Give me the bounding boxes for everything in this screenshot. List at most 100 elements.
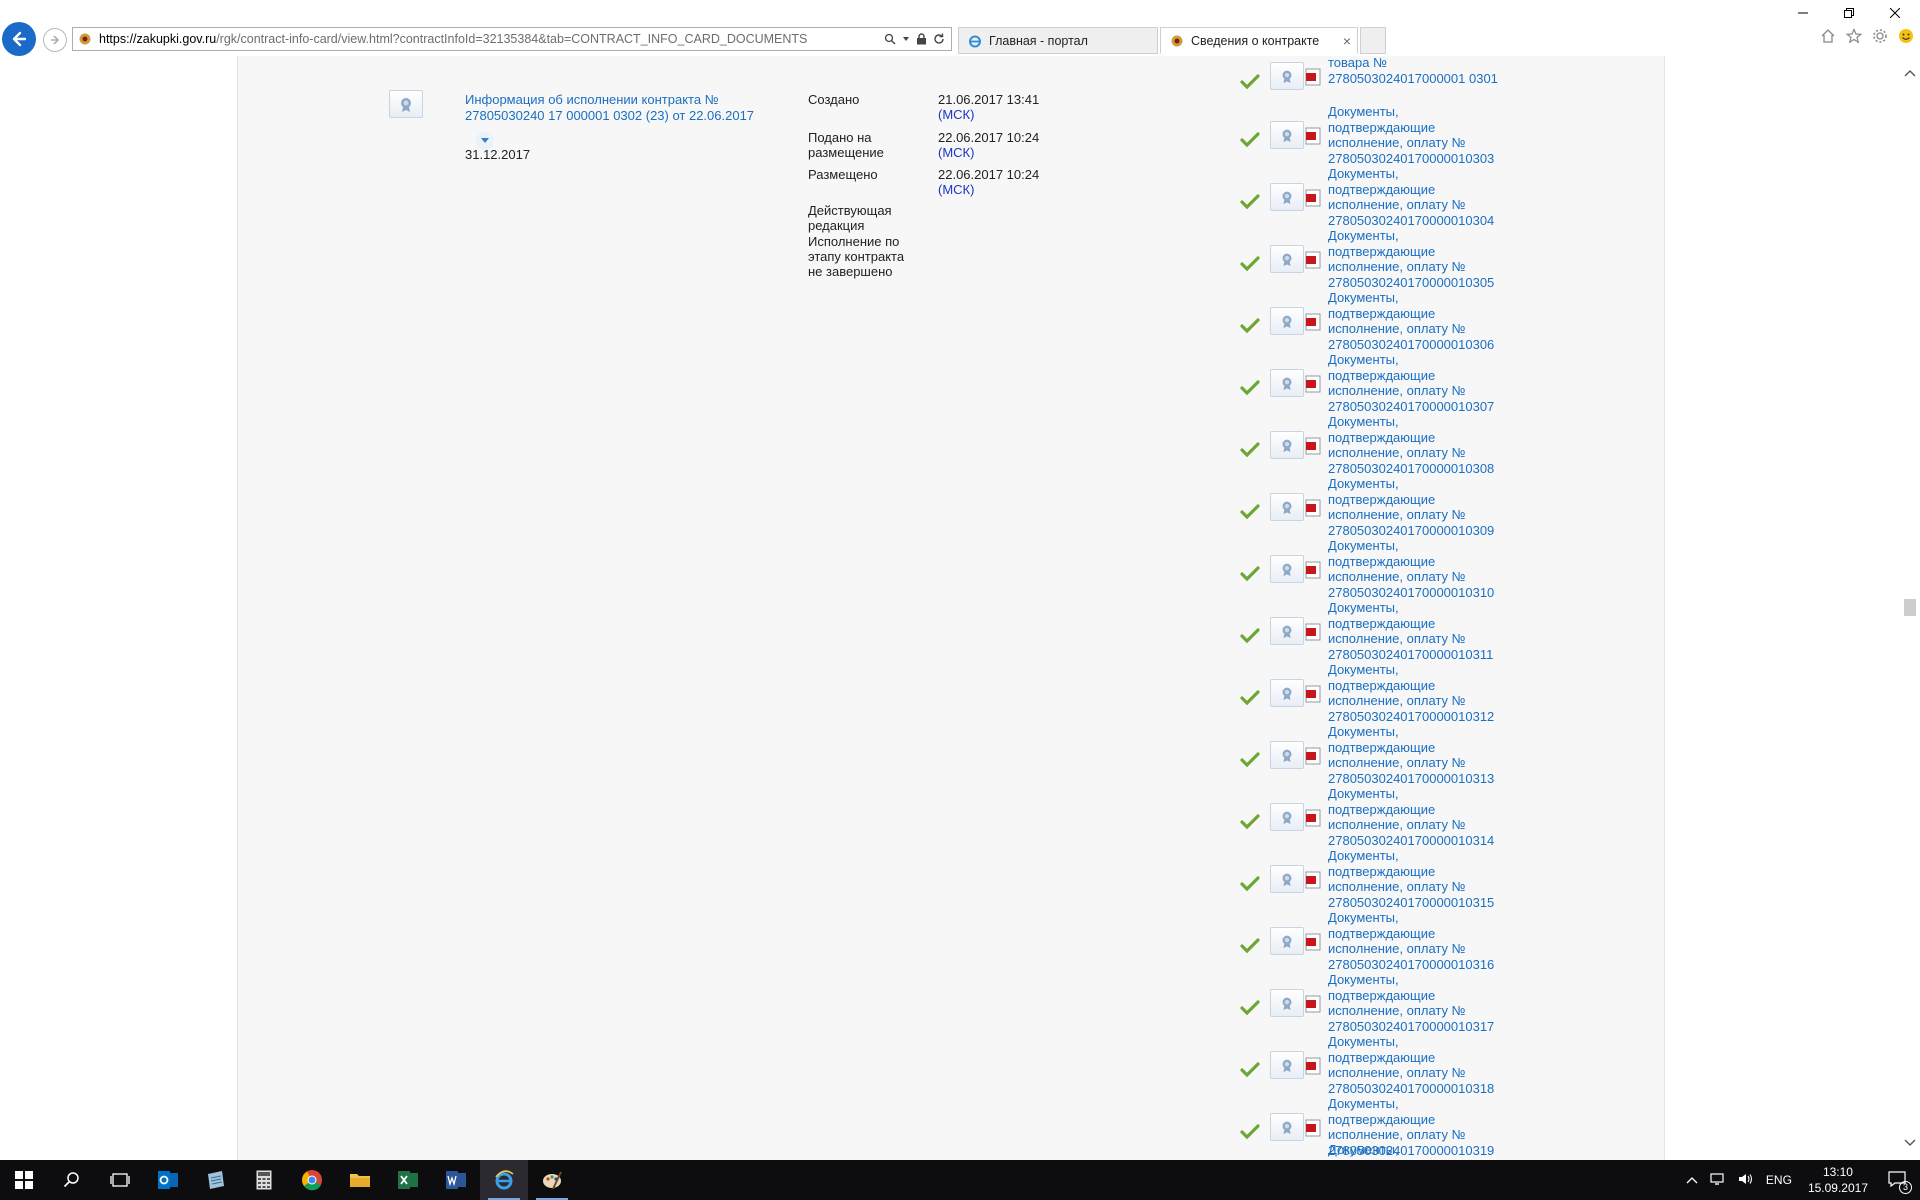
contract-execution-link[interactable]: Информация об исполнении контракта № 278… [465,92,765,124]
url-text[interactable]: https://zakupki.gov.ru/rgk/contract-info… [99,32,884,46]
taskbar-calculator[interactable] [240,1160,288,1200]
attachment-link[interactable]: Документы, подтверждающие исполнение, оп… [1328,910,1498,972]
address-bar[interactable]: https://zakupki.gov.ru/rgk/contract-info… [72,27,952,51]
notifications-icon[interactable]: 3 [1888,1170,1912,1194]
attachment-link[interactable]: Документы, подтверждающие исполнение, оп… [1328,352,1498,414]
attachment-link[interactable]: Документы, [1328,1142,1498,1158]
electronic-signature-button[interactable] [389,90,423,118]
signature-seal-icon [1282,253,1292,267]
gear-icon[interactable] [1872,28,1888,44]
signature-seal-button[interactable] [1270,121,1304,149]
attachment-link[interactable]: Документы, подтверждающие исполнение, оп… [1328,414,1498,476]
signature-seal-button[interactable] [1270,803,1304,831]
pdf-file-icon [1305,809,1321,827]
chevron-down-icon [481,138,489,143]
task-view-button[interactable] [96,1160,144,1200]
taskbar-excel[interactable] [384,1160,432,1200]
signature-seal-button[interactable] [1270,617,1304,645]
signature-seal-icon [1282,997,1292,1011]
taskbar-paint[interactable] [528,1160,576,1200]
attachment-link[interactable]: Документы, подтверждающие исполнение, оп… [1328,724,1498,786]
pdf-file-icon [1305,68,1321,86]
attachment-link[interactable]: Документы, подтверждающие исполнение, оп… [1328,1034,1498,1096]
attachment-link[interactable]: Документы, подтверждающие исполнение, оп… [1328,538,1498,600]
attachment-link[interactable]: Документы, подтверждающие исполнение, оп… [1328,476,1498,538]
attachment-link[interactable]: Документы, подтверждающие исполнение, оп… [1328,104,1498,166]
restore-button[interactable] [1826,2,1872,24]
scroll-down-icon[interactable] [1904,1136,1916,1150]
signature-seal-button[interactable] [1270,307,1304,335]
home-icon[interactable] [1820,28,1836,44]
tab-close-icon[interactable]: × [1343,33,1351,49]
checkmark-icon [1240,442,1260,458]
chevron-up-icon[interactable] [1686,1173,1698,1187]
back-button[interactable] [2,22,36,56]
taskbar-outlook[interactable] [144,1160,192,1200]
tab-contract-info[interactable]: Сведения о контракте × [1160,27,1358,54]
scroll-up-icon[interactable] [1904,66,1916,80]
clock[interactable]: 13:10 15.09.2017 [1808,1164,1868,1196]
signature-seal-button[interactable] [1270,369,1304,397]
signature-seal-button[interactable] [1270,1051,1304,1079]
dropdown-icon[interactable] [902,35,910,43]
refresh-icon[interactable] [933,33,945,45]
signature-seal-button[interactable] [1270,741,1304,769]
lock-icon[interactable] [916,33,927,45]
url-host: https://zakupki.gov.ru [99,32,217,46]
signature-seal-icon [1282,70,1292,84]
checkmark-icon [1240,504,1260,520]
attachment-row: Документы, подтверждающие исполнение, оп… [1240,662,1540,724]
favorites-star-icon[interactable] [1846,28,1862,44]
attachment-link[interactable]: Документы, подтверждающие исполнение, оп… [1328,972,1498,1034]
attachment-link[interactable]: Документы, подтверждающие исполнение, оп… [1328,290,1498,352]
signature-seal-button[interactable] [1270,183,1304,211]
arrow-left-icon [12,31,27,47]
language-indicator[interactable]: ENG [1766,1173,1792,1187]
meta-value-created: 21.06.2017 13:41 (МСК) [938,92,1039,122]
taskbar-word[interactable] [432,1160,480,1200]
start-button[interactable] [0,1160,48,1200]
meta-datetime: 21.06.2017 13:41 [938,92,1040,107]
signature-seal-button[interactable] [1270,62,1304,90]
taskbar-chrome[interactable] [288,1160,336,1200]
scrollbar-thumb[interactable] [1904,599,1916,616]
network-icon[interactable] [1710,1172,1726,1189]
checkmark-icon [1240,938,1260,954]
clock-time: 13:10 [1822,1165,1853,1179]
attachment-row: Документы, [1240,1142,1540,1160]
meta-datetime: 22.06.2017 10:24 [938,130,1040,145]
signature-seal-button[interactable] [1270,1113,1304,1141]
new-tab-button[interactable] [1360,27,1386,54]
attachment-link[interactable]: Документы, подтверждающие исполнение, оп… [1328,848,1498,910]
signature-seal-button[interactable] [1270,679,1304,707]
signature-seal-button[interactable] [1270,493,1304,521]
taskbar-notepad[interactable] [192,1160,240,1200]
attachment-link[interactable]: Документы, подтверждающие исполнение, оп… [1328,662,1498,724]
attachment-link[interactable]: товара № 2780503024017000001 0301 [1328,56,1498,86]
vertical-scrollbar[interactable] [1900,56,1920,1160]
taskbar-file-explorer[interactable] [336,1160,384,1200]
signature-seal-button[interactable] [1270,245,1304,273]
paint-icon [543,1171,562,1190]
signature-seal-button[interactable] [1270,989,1304,1017]
meta-status-current-edition: Действующая редакция [808,203,892,233]
close-window-button[interactable] [1872,2,1918,24]
attachment-link[interactable]: Документы, подтверждающие исполнение, оп… [1328,166,1498,228]
tab-main-portal[interactable]: Главная - портал [958,27,1158,54]
smiley-feedback-icon[interactable] [1898,28,1914,44]
forward-button[interactable] [43,28,67,52]
signature-seal-button[interactable] [1270,555,1304,583]
search-button[interactable] [48,1160,96,1200]
attachment-row: Документы, подтверждающие исполнение, оп… [1240,476,1540,538]
signature-seal-button[interactable] [1270,865,1304,893]
attachment-row: Документы, подтверждающие исполнение, оп… [1240,290,1540,352]
attachment-link[interactable]: Документы, подтверждающие исполнение, оп… [1328,228,1498,290]
volume-icon[interactable] [1738,1172,1754,1189]
signature-seal-button[interactable] [1270,431,1304,459]
signature-seal-button[interactable] [1270,927,1304,955]
search-icon[interactable] [884,33,896,45]
attachment-link[interactable]: Документы, подтверждающие исполнение, оп… [1328,600,1498,662]
taskbar-internet-explorer[interactable] [480,1160,528,1200]
attachment-link[interactable]: Документы, подтверждающие исполнение, оп… [1328,786,1498,848]
minimize-button[interactable] [1780,2,1826,24]
